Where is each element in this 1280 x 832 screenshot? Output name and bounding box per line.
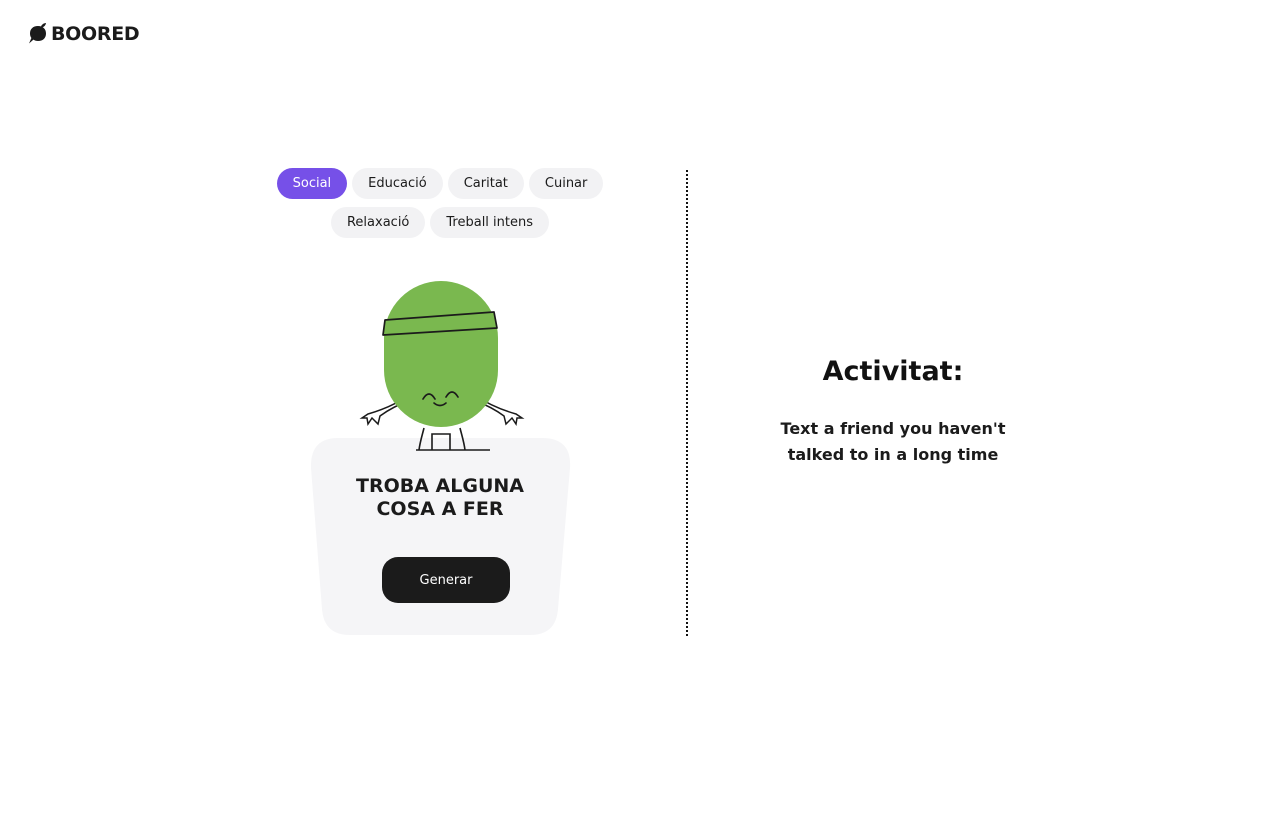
page: BOORED Social Educació Caritat Cuinar Re…: [0, 0, 1280, 832]
activity-text-line2: talked to in a long time: [787, 445, 999, 464]
brand-logo[interactable]: BOORED: [28, 22, 140, 46]
generator-card: [310, 438, 571, 635]
category-chip-cuinar[interactable]: Cuinar: [528, 168, 604, 199]
category-chip-treball-intens[interactable]: Treball intens: [430, 207, 550, 238]
category-filter: Social Educació Caritat Cuinar Relaxació…: [270, 168, 610, 238]
generate-button[interactable]: Generar: [382, 557, 510, 603]
category-chip-social[interactable]: Social: [276, 168, 348, 199]
card-title-line1: TROBA ALGUNA: [356, 475, 524, 497]
brand-name: BOORED: [51, 23, 140, 45]
activity-text-line1: Text a friend you haven't: [780, 419, 1006, 438]
activity-text: Text a friend you haven't talked to in a…: [752, 416, 1034, 468]
category-chip-educacio[interactable]: Educació: [352, 168, 443, 199]
green-mascot-illustration: [359, 281, 525, 451]
category-chip-relaxacio[interactable]: Relaxació: [330, 207, 426, 238]
card-title: TROBA ALGUNA COSA A FER: [320, 475, 560, 521]
leaf-speech-bubble-icon: [29, 23, 46, 44]
category-chip-caritat[interactable]: Caritat: [447, 168, 524, 199]
activity-heading: Activitat:: [822, 356, 964, 387]
card-title-line2: COSA A FER: [376, 498, 504, 520]
dotted-divider: [686, 170, 688, 636]
